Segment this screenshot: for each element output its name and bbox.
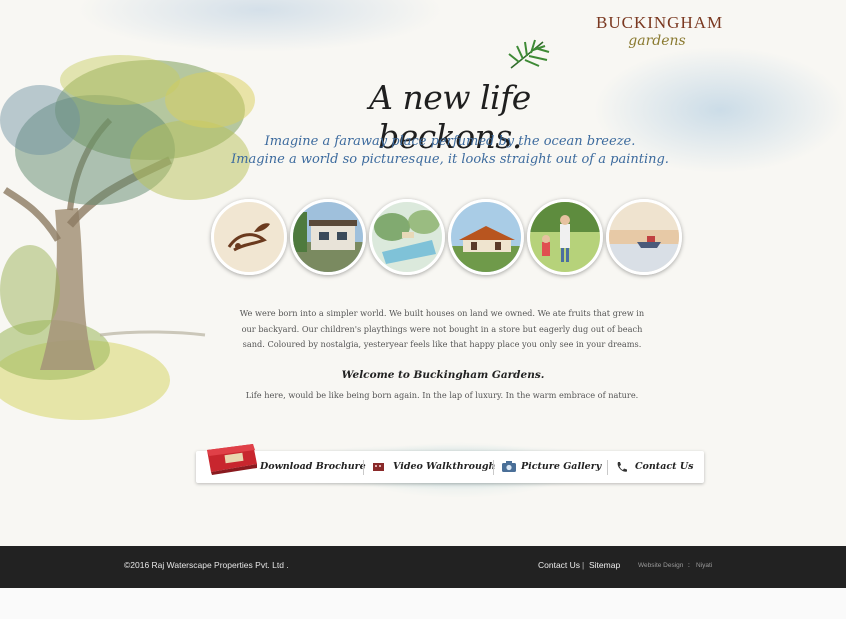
footer-sitemap-link[interactable]: Sitemap — [589, 560, 620, 570]
page-background: BUCKINGHAM gardens A new life beckons. I… — [0, 0, 846, 546]
logo-subtitle: gardens — [628, 33, 686, 49]
tagline-line-1: Imagine a faraway place perfumed by the … — [264, 134, 636, 149]
thumbnail-cottage[interactable] — [448, 199, 524, 275]
logo-title: BUCKINGHAM — [596, 13, 724, 32]
picture-gallery-link[interactable]: Picture Gallery — [521, 451, 601, 483]
site-logo[interactable]: BUCKINGHAM gardens — [596, 13, 724, 64]
nav-divider — [363, 460, 364, 475]
quick-links-bar: Download Brochure Video Walkthrough Pict… — [196, 451, 704, 483]
credit-colon: : — [688, 562, 690, 569]
thumbnail-boat[interactable] — [606, 199, 682, 275]
thumbnail-pool[interactable] — [369, 199, 445, 275]
credit-name-link[interactable]: Niyati — [696, 562, 712, 569]
nav-divider — [607, 460, 608, 475]
footer-contact-link[interactable]: Contact Us — [538, 560, 580, 570]
site-footer: ©2016 Raj Waterscape Properties Pvt. Ltd… — [0, 546, 846, 588]
nav-divider — [493, 460, 494, 475]
brochure-icon[interactable] — [203, 440, 259, 476]
copyright-text: ©2016 Raj Waterscape Properties Pvt. Ltd… — [124, 560, 289, 570]
contact-us-link[interactable]: Contact Us — [635, 451, 693, 483]
thumbnail-family[interactable] — [527, 199, 603, 275]
tagline-line-2: Imagine a world so picturesque, it looks… — [231, 152, 669, 167]
credit-label: Website Design — [638, 562, 684, 569]
gallery-thumbnails — [211, 199, 682, 275]
welcome-heading: Welcome to Buckingham Gardens. — [341, 369, 545, 381]
video-walkthrough-link[interactable]: Video Walkthrough — [393, 451, 495, 483]
video-icon — [373, 463, 384, 471]
thumbnail-house[interactable] — [290, 199, 366, 275]
palm-leaf-icon — [508, 39, 550, 69]
life-tagline: Life here, would be like being born agai… — [245, 390, 639, 400]
download-brochure-link[interactable]: Download Brochure — [260, 451, 366, 483]
bottom-strip — [0, 588, 846, 619]
footer-separator: | — [582, 560, 585, 570]
thumbnail-emblem[interactable] — [211, 199, 287, 275]
intro-paragraph: We were born into a simpler world. We bu… — [239, 308, 645, 349]
phone-icon — [617, 462, 627, 472]
camera-icon — [502, 461, 516, 472]
